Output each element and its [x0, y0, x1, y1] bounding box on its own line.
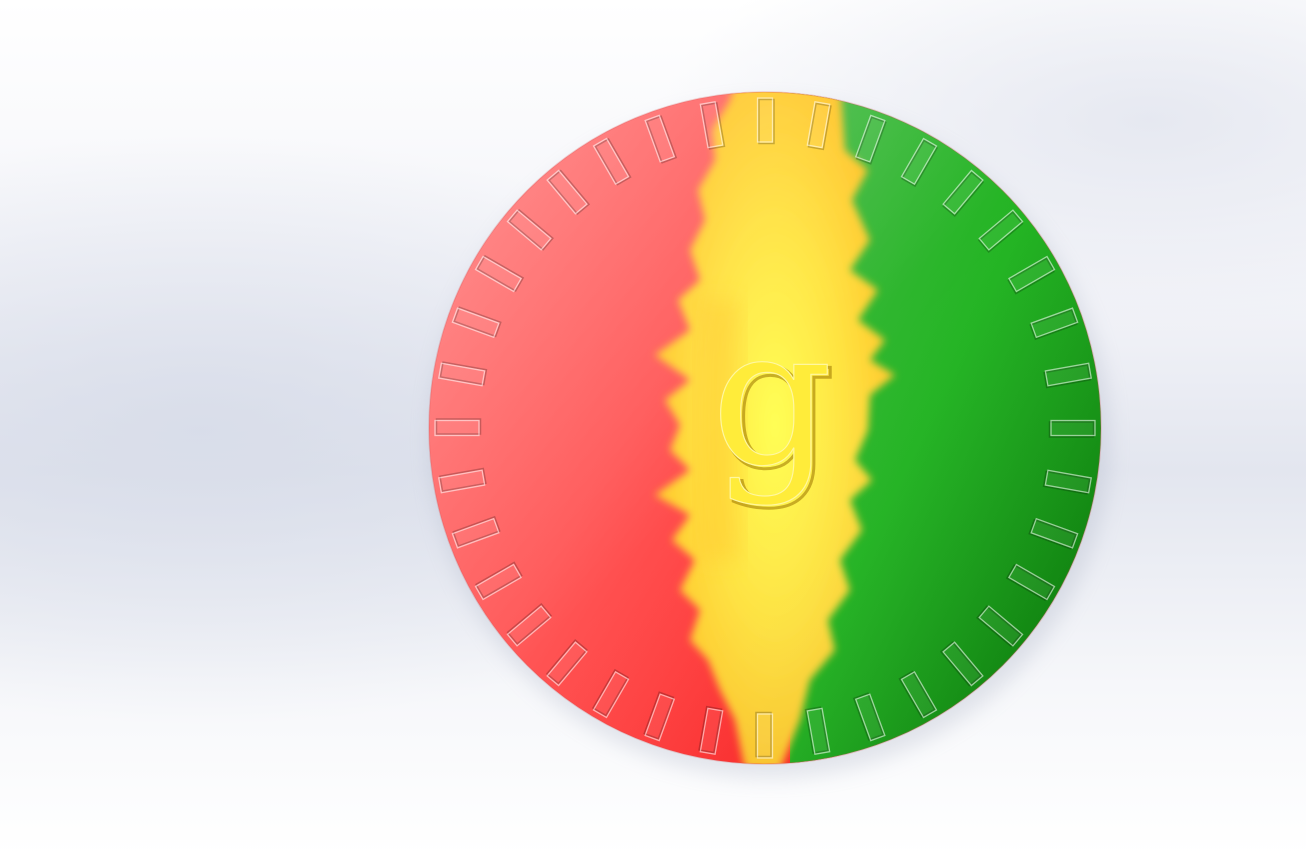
tick-mark	[434, 418, 482, 437]
tick-mark	[756, 97, 775, 145]
tick-mark	[755, 711, 774, 759]
tick-mark	[1048, 419, 1096, 438]
center-letter: g	[711, 287, 833, 508]
dial-model[interactable]: g g	[0, 0, 1306, 856]
center-emblem[interactable]: g g	[711, 286, 838, 512]
cad-viewport[interactable]: g g	[0, 0, 1306, 856]
